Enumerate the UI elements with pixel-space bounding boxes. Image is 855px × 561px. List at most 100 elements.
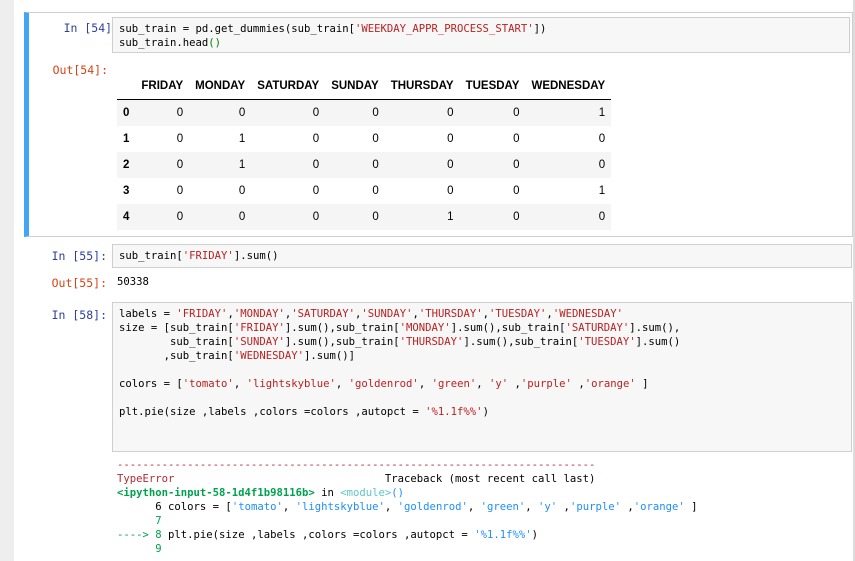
table-cell: 1 bbox=[447, 211, 454, 223]
code-string: 'FRIDAY' bbox=[182, 250, 234, 262]
code-text: size = [sub_train[ bbox=[119, 322, 234, 334]
traceback-text: , bbox=[525, 501, 539, 513]
column-header: FRIDAY bbox=[135, 73, 190, 100]
code-text: ]) bbox=[533, 23, 547, 35]
code-text: ].sum()] bbox=[303, 350, 356, 362]
table-cell: 0 bbox=[372, 211, 379, 223]
table-cell: 0 bbox=[447, 185, 454, 197]
code-string: 'TUESDAY' bbox=[578, 336, 636, 348]
table-cell: 0 bbox=[598, 159, 606, 171]
code-text: ) bbox=[482, 406, 489, 418]
traceback-text: <module> bbox=[340, 487, 392, 499]
code-string: 'THURSDAY' bbox=[399, 336, 464, 348]
row-index: 3 bbox=[123, 185, 130, 197]
code-string: 'orange' bbox=[584, 378, 636, 390]
cell-55-out-prompt: Out[55]: bbox=[51, 276, 107, 290]
cell-55-output: 50338 bbox=[117, 276, 149, 288]
table-cell: 0 bbox=[513, 159, 520, 171]
table-cell: 0 bbox=[176, 107, 184, 119]
traceback-text: 9 bbox=[117, 543, 162, 555]
code-string: 'MONDAY' bbox=[399, 322, 451, 334]
left-gutter bbox=[0, 0, 14, 561]
table-cell: 0 bbox=[238, 211, 246, 223]
table-cell: 0 bbox=[513, 185, 520, 197]
table-cell: 0 bbox=[513, 211, 520, 223]
cell-58-in-prompt: In [58]: bbox=[51, 308, 107, 322]
traceback-text: 'goldenrod' bbox=[397, 501, 468, 513]
traceback-text: ----> 8 bbox=[117, 529, 169, 541]
table-cell: 0 bbox=[447, 159, 454, 171]
traceback-text: 'lightskyblue' bbox=[295, 501, 385, 513]
code-text: ].sum(),sub_train[ bbox=[284, 336, 400, 348]
code-text: labels = bbox=[119, 308, 177, 320]
cell-58-code: labels = 'FRIDAY', 'MONDAY', 'SATURDAY', 'S… bbox=[119, 307, 680, 419]
traceback-text: 'y' bbox=[538, 501, 558, 513]
traceback-output: ----------------------------------------… bbox=[117, 458, 698, 556]
table-cell: 0 bbox=[513, 107, 520, 119]
code-string: 'FRIDAY' bbox=[233, 322, 285, 334]
traceback-text: 7 bbox=[117, 515, 162, 527]
table-cell: 0 bbox=[312, 133, 320, 145]
table-cell: 0 bbox=[372, 133, 379, 145]
table-cell: 0 bbox=[372, 185, 379, 197]
code-text: ].sum(),sub_train[ bbox=[284, 322, 400, 334]
traceback-text: plt.pie(size ,labels ,colors =colors ,au… bbox=[168, 529, 475, 541]
traceback-text: 'green' bbox=[480, 501, 526, 513]
table-cell: 0 bbox=[598, 211, 606, 223]
cell-54-input[interactable]: sub_train = pd.get_dummies(sub_train['WE… bbox=[112, 17, 850, 53]
code-text: sub_train.head bbox=[119, 37, 209, 49]
cell-54-code: sub_train = pd.get_dummies(sub_train['WE… bbox=[119, 22, 546, 50]
code-text: , bbox=[508, 378, 521, 390]
traceback-text: , bbox=[557, 501, 570, 513]
traceback-text: () bbox=[391, 487, 405, 499]
code-string: 'SUNDAY' bbox=[361, 308, 413, 320]
table-cell: 1 bbox=[598, 107, 606, 119]
traceback-text: 'tomato' bbox=[231, 501, 283, 513]
column-header: SATURDAY bbox=[251, 73, 326, 100]
table-cell: 0 bbox=[176, 211, 184, 223]
table-cell: 1 bbox=[238, 159, 246, 171]
cell-55-in-prompt: In [55]: bbox=[51, 249, 107, 263]
row-index: 4 bbox=[123, 211, 130, 223]
traceback-text: <ipython-input-58-1d4f1b98116b> bbox=[117, 487, 315, 499]
cell-58-input[interactable]: labels = 'FRIDAY', 'MONDAY', 'SATURDAY', 'S… bbox=[112, 302, 852, 452]
table-cell: 0 bbox=[372, 107, 379, 119]
row-index: 1 bbox=[123, 133, 130, 145]
table-row: 3 0 0 0 0 0 0 1 bbox=[117, 178, 611, 204]
table-cell: 0 bbox=[238, 185, 246, 197]
traceback-text: 'orange' bbox=[633, 501, 685, 513]
dataframe-output: FRIDAY MONDAY SATURDAY SUNDAY THURSDAY TUESDA… bbox=[117, 73, 612, 230]
row-index: 2 bbox=[123, 159, 130, 171]
table-cell: 0 bbox=[312, 211, 320, 223]
code-text: ].sum() bbox=[233, 250, 279, 262]
table-row: 1 0 1 0 0 0 0 0 bbox=[117, 126, 611, 152]
code-string: 'MONDAY' bbox=[233, 308, 285, 320]
table-cell: 0 bbox=[312, 159, 320, 171]
traceback-text: , bbox=[384, 501, 398, 513]
cell-55-input[interactable]: sub_train['FRIDAY'].sum() bbox=[112, 244, 852, 268]
code-text: ].sum(), bbox=[629, 322, 681, 334]
code-text: sub_train[ bbox=[119, 336, 234, 348]
code-text: ] bbox=[635, 378, 649, 390]
traceback-text: ] bbox=[684, 501, 698, 513]
table-row: 4 0 0 0 0 1 0 0 bbox=[117, 204, 612, 230]
code-text: , bbox=[233, 378, 247, 390]
code-string: 'green' bbox=[431, 378, 477, 390]
column-header: SUNDAY bbox=[325, 73, 385, 100]
code-text: ,sub_train[ bbox=[119, 350, 234, 362]
traceback-text: '%1.1f%%' bbox=[474, 529, 532, 541]
code-text: ].sum(),sub_train[ bbox=[463, 336, 579, 348]
code-text: sub_train[ bbox=[119, 250, 183, 262]
traceback-text: 'purple' bbox=[569, 501, 621, 513]
traceback-text: ) bbox=[531, 529, 538, 541]
traceback-text: , bbox=[467, 501, 481, 513]
row-index: 0 bbox=[123, 107, 130, 119]
traceback-text: TypeError bbox=[117, 473, 175, 485]
code-string: 'tomato' bbox=[182, 378, 234, 390]
code-text: plt.pie(size ,labels ,colors =colors ,au… bbox=[119, 406, 426, 418]
code-string: '%1.1f%%' bbox=[425, 406, 483, 418]
code-string: 'FRIDAY' bbox=[176, 308, 228, 320]
traceback-text: , bbox=[282, 501, 296, 513]
table-cell: 0 bbox=[447, 107, 454, 119]
code-string: 'THURSDAY' bbox=[418, 308, 483, 320]
